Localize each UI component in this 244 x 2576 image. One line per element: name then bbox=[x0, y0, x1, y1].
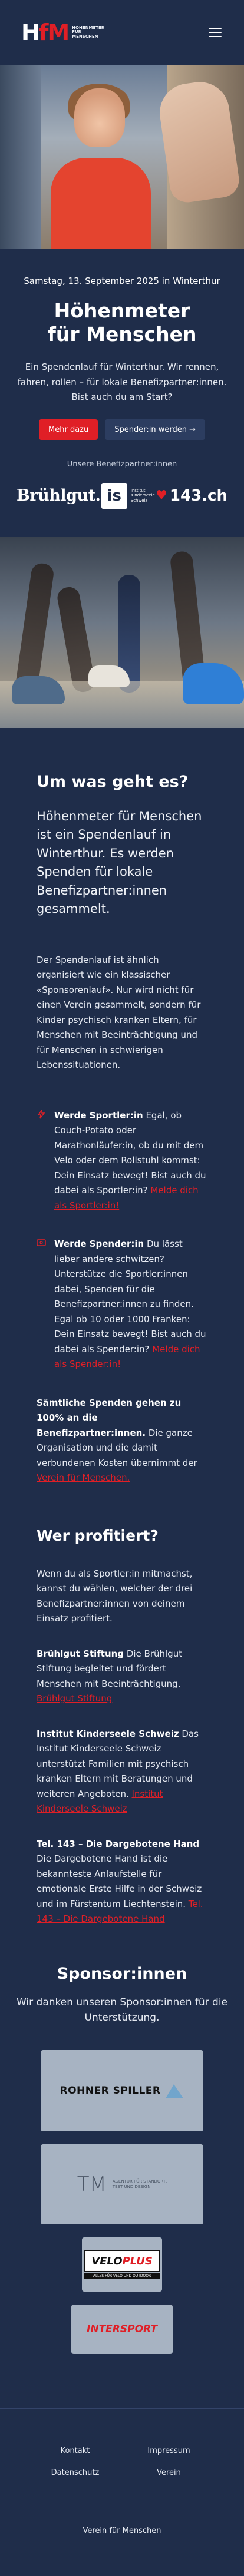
intersport-logo: INTERSPORT bbox=[87, 2323, 157, 2336]
become-donor-button[interactable]: Spender:in werden → bbox=[105, 419, 205, 440]
logo-subtitle: Höhenmeter für Menschen bbox=[72, 25, 105, 39]
feature-donor-text: Werde Spender:in Du lässt lieber andere … bbox=[54, 1239, 206, 1370]
feature-athlete: Werde Sportler:in Egal, ob Couch-Potato … bbox=[37, 1108, 207, 1214]
association-link[interactable]: Verein für Menschen. bbox=[37, 1472, 130, 1483]
partner-logos: Brühlgut. is Institut Kinderseele Schwei… bbox=[17, 478, 227, 514]
hamburger-menu-icon[interactable] bbox=[209, 28, 222, 37]
tel143-logo[interactable]: ♥ 143.ch bbox=[156, 487, 227, 505]
wallet-icon bbox=[37, 1237, 47, 1372]
intro-lead: Ein Spendenlauf für Winterthur. Wir renn… bbox=[17, 362, 227, 403]
lightning-icon bbox=[37, 1108, 47, 1214]
about-lead: Höhenmeter für Menschen ist ein Spendenl… bbox=[37, 809, 202, 916]
kinderseele-logo[interactable]: is Institut Kinderseele Schweiz bbox=[101, 482, 155, 509]
beneficiary-tel143: Tel. 143 – Die Dargebotene Hand Die Darg… bbox=[37, 1838, 203, 1925]
page-title: Höhenmeter für Menschen bbox=[47, 299, 197, 346]
site-header: HfM Höhenmeter für Menschen bbox=[0, 0, 244, 65]
veloplus-logo: VELOPLUS bbox=[84, 2250, 160, 2273]
bruehlgut-logo[interactable]: Brühlgut. bbox=[17, 486, 101, 505]
footer-link-impressum[interactable]: Impressum bbox=[122, 2446, 216, 2455]
tel143-number: 143.ch bbox=[169, 486, 227, 505]
intro-section: Samstag, 13. September 2025 in Winterthu… bbox=[0, 249, 244, 531]
site-footer: Kontakt Impressum Datenschutz Verein Ver… bbox=[0, 2409, 244, 2559]
sponsor-veloplus[interactable]: VELOPLUS ALLES FÜR VELO UND OUTDOOR bbox=[82, 2237, 162, 2292]
veloplus-tagline: ALLES FÜR VELO UND OUTDOOR bbox=[84, 2273, 160, 2279]
beneficiaries-intro: Wenn du als Sportler:in mitmachst, kanns… bbox=[37, 1568, 193, 1624]
footer-credit: Verein für Menschen bbox=[83, 2527, 161, 2536]
donation-summary: Sämtliche Spenden gehen zu 100% an die B… bbox=[37, 1397, 197, 1484]
kinderseele-text: Institut Kinderseele Schweiz bbox=[130, 488, 155, 503]
sponsor-rohner-spiller[interactable]: ROHNER SPILLER bbox=[41, 2050, 203, 2132]
site-logo[interactable]: HfM Höhenmeter für Menschen bbox=[21, 21, 104, 44]
rohner-spiller-logo: ROHNER SPILLER bbox=[60, 2085, 161, 2097]
feature-athlete-text: Werde Sportler:in Egal, ob Couch-Potato … bbox=[54, 1110, 206, 1211]
more-info-button[interactable]: Mehr dazu bbox=[39, 419, 98, 440]
footer-link-verein[interactable]: Verein bbox=[122, 2468, 216, 2477]
tm-logo-mark: TM bbox=[77, 2173, 107, 2197]
bruehlgut-link[interactable]: Brühlgut Stiftung bbox=[37, 1693, 112, 1704]
sponsors-lead: Wir danken unseren Sponsor:innen für die… bbox=[17, 1996, 227, 2024]
about-section: Um was geht es? Höhenmeter für Menschen … bbox=[0, 728, 244, 1959]
about-paragraph: Der Spendenlauf ist ähnlich organisiert … bbox=[37, 954, 201, 1071]
event-date: Samstag, 13. September 2025 in Winterthu… bbox=[24, 276, 220, 286]
beneficiary-kinderseele: Institut Kinderseele Schweiz Das Institu… bbox=[37, 1728, 199, 1815]
tm-logo-text: AGENTUR FÜR STANDORT, TEST UND DESIGN bbox=[112, 2179, 167, 2190]
logo-mark: HfM bbox=[21, 19, 70, 45]
footer-link-datenschutz[interactable]: Datenschutz bbox=[28, 2468, 122, 2477]
hero-image bbox=[0, 65, 244, 249]
heart-icon: ♥ bbox=[156, 488, 167, 504]
beneficiaries-heading: Wer profitiert? bbox=[37, 1527, 159, 1544]
sponsor-tm[interactable]: TM AGENTUR FÜR STANDORT, TEST UND DESIGN bbox=[41, 2144, 203, 2225]
sponsors-section: Sponsor:innen Wir danken unseren Sponsor… bbox=[0, 1959, 244, 2409]
rohner-spiller-mark-icon bbox=[165, 2084, 183, 2099]
kinderseele-mark: is bbox=[101, 482, 127, 509]
sponsor-intersport[interactable]: INTERSPORT bbox=[71, 2305, 173, 2355]
partners-label: Unsere Benefizpartner:innen bbox=[67, 459, 177, 469]
page: HfM Höhenmeter für Menschen Samstag, 13.… bbox=[0, 0, 244, 2559]
runners-image bbox=[0, 537, 244, 728]
sponsors-heading: Sponsor:innen bbox=[57, 1964, 187, 1983]
cta-buttons: Mehr dazu Spender:in werden → bbox=[17, 419, 227, 440]
beneficiary-bruehlgut: Brühlgut Stiftung Die Brühlgut Stiftung … bbox=[37, 1648, 183, 1704]
about-heading: Um was geht es? bbox=[37, 772, 189, 791]
feature-donor: Werde Spender:in Du lässt lieber andere … bbox=[37, 1237, 207, 1372]
footer-link-kontakt[interactable]: Kontakt bbox=[28, 2446, 122, 2455]
